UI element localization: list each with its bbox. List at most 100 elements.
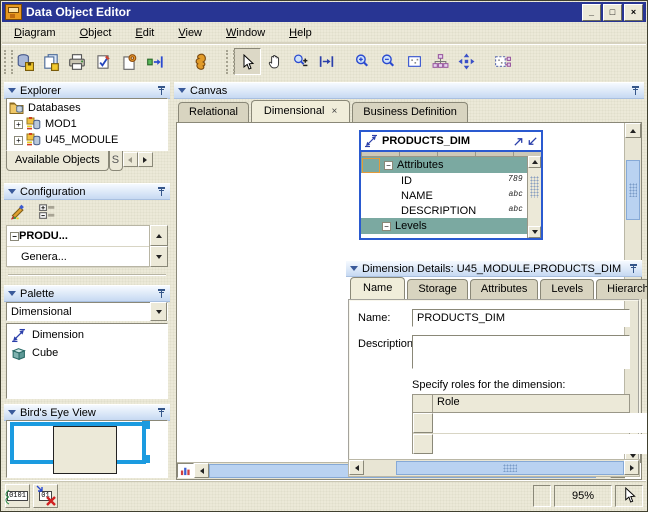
expand-rows-icon[interactable] — [38, 202, 56, 220]
scroll-down-button[interactable] — [528, 226, 541, 238]
object-title-bar[interactable]: PRODUCTS_DIM — [361, 132, 541, 152]
group-attributes[interactable]: − Attributes — [361, 157, 541, 173]
scroll-up-button[interactable] — [150, 225, 168, 246]
sync-button[interactable] — [142, 49, 167, 74]
birdseye-header[interactable]: Bird's Eye View — [4, 404, 170, 421]
tree-label[interactable]: MOD1 — [45, 118, 77, 130]
roles-table-row[interactable] — [413, 413, 629, 434]
overview-chart-icon[interactable] — [177, 463, 194, 478]
collapse-icon[interactable] — [8, 88, 16, 93]
select-tool-button[interactable] — [234, 48, 261, 75]
tab-storage[interactable]: Storage — [407, 279, 468, 299]
scroll-down-button[interactable] — [150, 246, 168, 267]
expand-icon[interactable]: + — [14, 120, 23, 129]
collapse-box-icon[interactable]: − — [10, 232, 19, 241]
palette-item-cube[interactable]: Cube — [9, 344, 165, 362]
menu-edit[interactable]: Edit — [127, 25, 162, 41]
auto-layout-button[interactable] — [428, 49, 453, 74]
close-button[interactable]: × — [624, 4, 643, 21]
pin-icon[interactable] — [157, 408, 166, 417]
tab-levels[interactable]: Levels — [540, 279, 594, 299]
dropdown-button[interactable] — [150, 302, 167, 321]
palette-item-dimension[interactable]: Dimension — [9, 326, 165, 344]
palette-category-dropdown[interactable]: Dimensional — [6, 302, 168, 321]
pin-icon[interactable] — [157, 289, 166, 298]
collapse-icon[interactable] — [8, 291, 16, 296]
scroll-left-button[interactable] — [349, 460, 364, 475]
collapse-box-icon[interactable]: − — [382, 222, 391, 231]
intermediate-results-button[interactable]: 0101 — [5, 484, 30, 508]
tab-business-definition[interactable]: Business Definition — [352, 102, 468, 122]
scrollbar-thumb[interactable] — [396, 461, 624, 475]
selection-cell[interactable] — [362, 158, 380, 173]
fit-window-button[interactable] — [402, 49, 427, 74]
roles-table-row[interactable] — [413, 434, 629, 454]
tree-item-mod1[interactable]: + MOD1 — [9, 116, 165, 132]
viewport-handle[interactable] — [142, 421, 150, 429]
attribute-row-id[interactable]: ID 789 — [361, 173, 541, 188]
menu-help[interactable]: Help — [281, 25, 320, 41]
viewport-handle[interactable] — [142, 455, 150, 463]
zoom-out-button[interactable] — [376, 49, 401, 74]
scroll-up-button[interactable] — [528, 156, 541, 168]
tab-available-objects[interactable]: Available Objects — [6, 151, 109, 171]
scrollbar-thumb[interactable] — [626, 160, 640, 220]
tree-label[interactable]: U45_MODULE — [45, 134, 118, 146]
pan-tool-button[interactable] — [262, 49, 287, 74]
collapse-box-icon[interactable]: − — [384, 161, 393, 170]
row-header-cell[interactable] — [413, 434, 433, 454]
tab-relational[interactable]: Relational — [178, 102, 249, 122]
menu-diagram[interactable]: Diagram — [6, 25, 64, 41]
pin-icon[interactable] — [157, 86, 166, 95]
no-debug-button[interactable]: 01 — [33, 484, 58, 508]
dimension-object-products-dim[interactable]: PRODUCTS_DIM − Attributes — [359, 130, 543, 240]
maximize-button[interactable]: □ — [603, 4, 622, 21]
save-button[interactable] — [12, 49, 37, 74]
zoom-in-button[interactable] — [350, 49, 375, 74]
maximize-object-icon[interactable] — [513, 136, 524, 147]
tree-label[interactable]: Databases — [28, 102, 81, 114]
interactive-zoom-button[interactable] — [288, 49, 313, 74]
tab-name[interactable]: Name — [350, 277, 405, 299]
menu-window[interactable]: Window — [218, 25, 273, 41]
pin-icon[interactable] — [629, 264, 638, 273]
restore-object-icon[interactable] — [527, 136, 538, 147]
collapse-icon[interactable] — [8, 189, 16, 194]
role-cell[interactable] — [433, 413, 648, 433]
configure-brush-icon[interactable] — [8, 202, 26, 220]
tab-scroll-left-button[interactable] — [123, 152, 138, 167]
attribute-row-name[interactable]: NAME abc — [361, 188, 541, 203]
tab-attributes[interactable]: Attributes — [470, 279, 538, 299]
collapse-icon[interactable] — [178, 88, 186, 93]
fit-width-button[interactable] — [314, 49, 339, 74]
scroll-left-button[interactable] — [194, 463, 209, 478]
details-header[interactable]: Dimension Details: U45_MODULE.PRODUCTS_D… — [346, 260, 642, 277]
palette-header[interactable]: Palette — [4, 285, 170, 302]
object-scrollbar[interactable] — [527, 156, 541, 238]
details-horizontal-scrollbar[interactable] — [348, 459, 640, 477]
config-row-general[interactable]: Genera... — [7, 247, 149, 268]
role-cell[interactable] — [433, 434, 648, 454]
column-header-role[interactable]: Role — [433, 395, 648, 412]
canvas-header[interactable]: Canvas — [174, 82, 644, 99]
configuration-header[interactable]: Configuration — [4, 183, 170, 200]
tab-dimensional[interactable]: Dimensional× — [251, 100, 350, 122]
pin-icon[interactable] — [631, 86, 640, 95]
birdseye-view[interactable] — [6, 420, 168, 478]
save-all-button[interactable] — [38, 49, 63, 74]
owb-logo-button[interactable] — [188, 49, 213, 74]
row-header-cell[interactable] — [413, 413, 433, 433]
collapse-icon[interactable] — [350, 266, 358, 271]
expand-icon[interactable]: + — [14, 136, 23, 145]
menu-object[interactable]: Object — [72, 25, 120, 41]
pin-icon[interactable] — [157, 187, 166, 196]
close-tab-icon[interactable]: × — [331, 106, 337, 117]
layout-options-button[interactable] — [490, 49, 515, 74]
tab-hidden-partial[interactable]: S — [109, 151, 123, 171]
title-bar[interactable]: Data Object Editor _ □ × — [2, 2, 646, 22]
tree-item-u45-module[interactable]: + U45_MODULE — [9, 132, 165, 148]
menu-view[interactable]: View — [170, 25, 210, 41]
tab-hierarchies[interactable]: Hierarchies — [596, 279, 648, 299]
validate-button[interactable] — [90, 49, 115, 74]
attribute-row-description[interactable]: DESCRIPTION abc — [361, 203, 541, 218]
